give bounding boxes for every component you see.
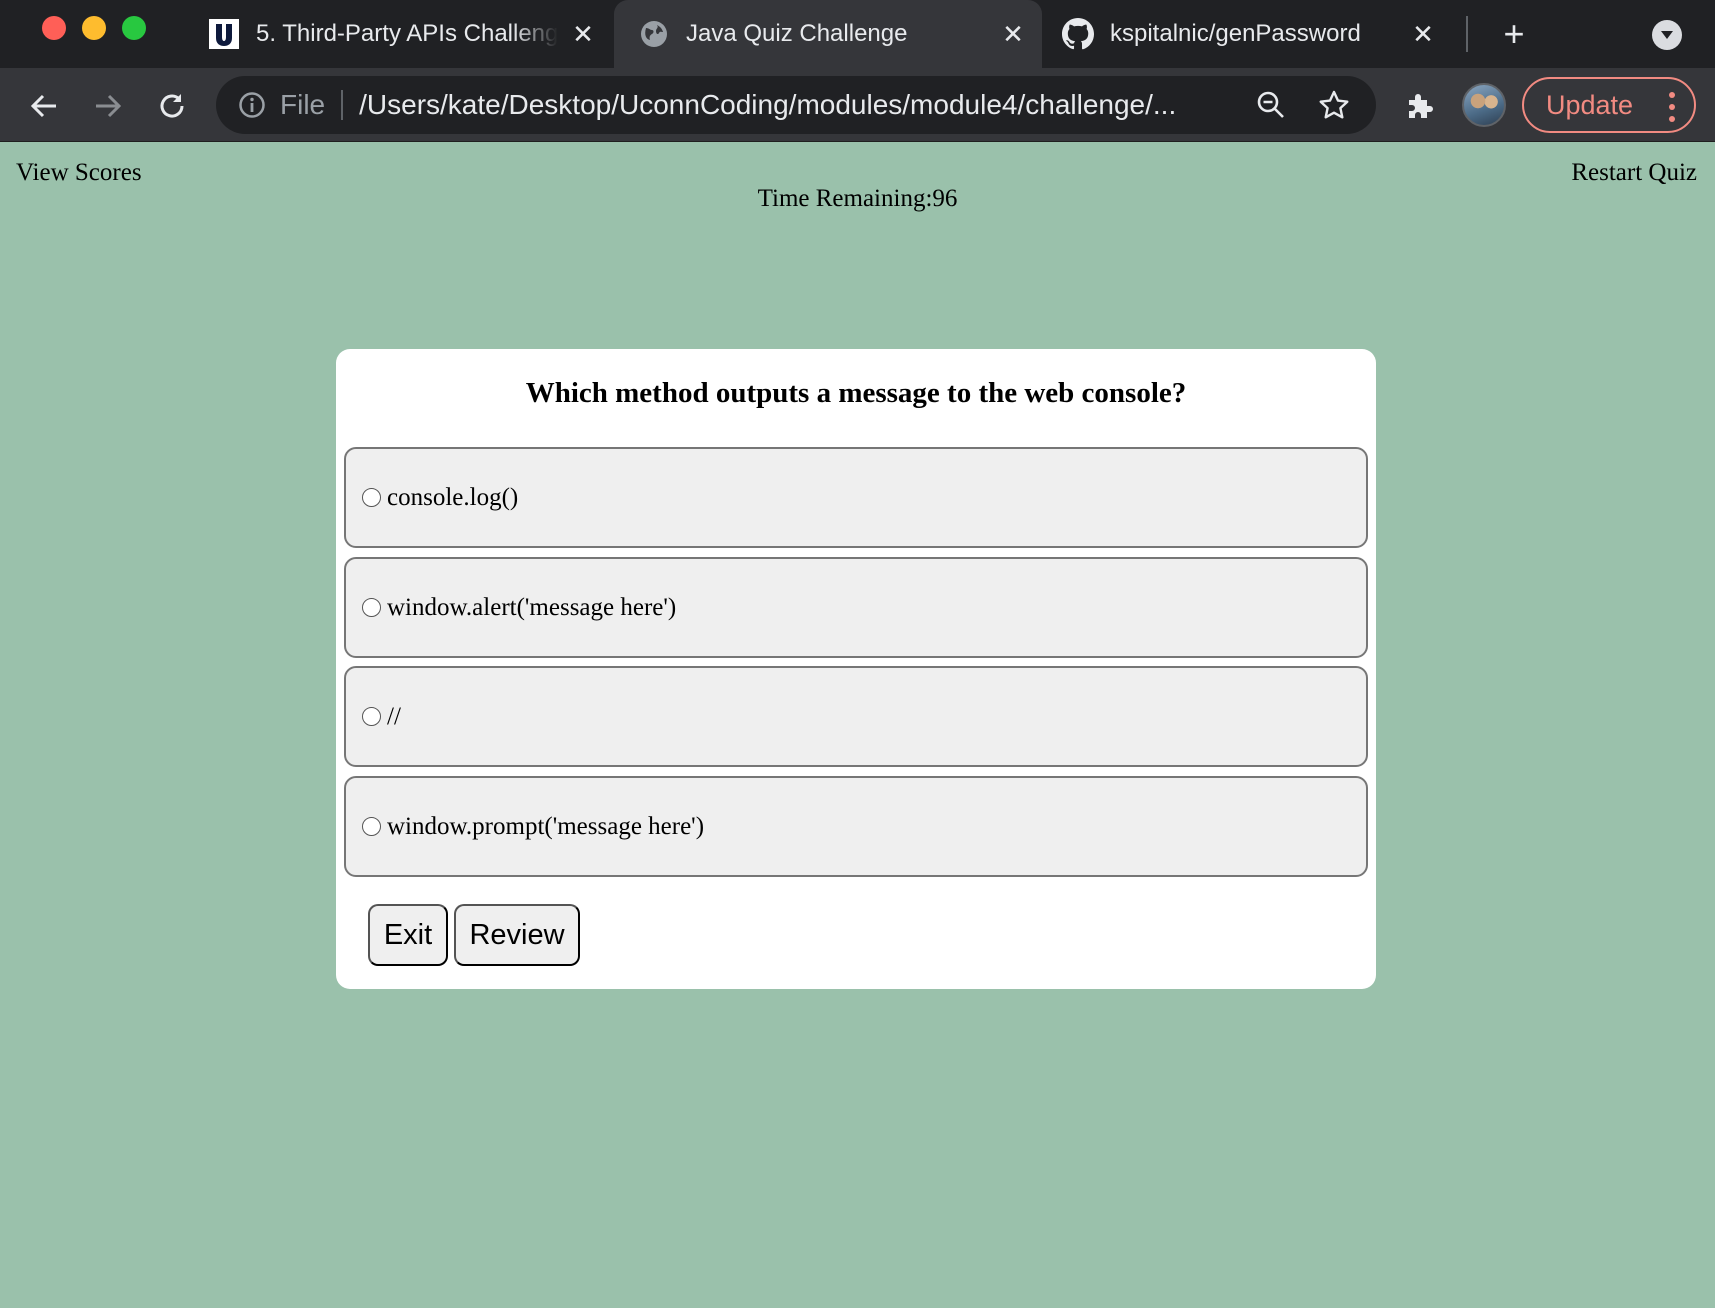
answer-label: window.alert('message here') (387, 593, 677, 621)
minimize-window-button[interactable] (82, 16, 106, 40)
profile-avatar[interactable] (1462, 83, 1506, 127)
address-divider (341, 90, 344, 120)
close-tab-icon[interactable]: ✕ (998, 19, 1028, 49)
tab-search-chevron-icon[interactable] (1652, 20, 1682, 50)
close-tab-icon[interactable]: ✕ (568, 19, 598, 49)
answer-option[interactable]: // (344, 666, 1368, 767)
question-text: Which method outputs a message to the we… (525, 377, 1187, 409)
answer-label: console.log() (387, 483, 519, 511)
answer-label: // (387, 702, 401, 730)
page-content: View Scores Restart Quiz Time Remaining:… (0, 143, 1715, 1308)
uconn-u-icon (208, 18, 240, 50)
address-scheme-label: File (280, 89, 326, 120)
time-remaining: Time Remaining:96 (0, 185, 1715, 213)
tab-title: Java Quiz Challenge (686, 20, 908, 47)
browser-tab-java-quiz[interactable]: Java Quiz Challenge ✕ (614, 0, 1042, 68)
update-label: Update (1546, 89, 1634, 120)
back-arrow-icon[interactable] (24, 86, 64, 126)
tab-title: kspitalnic/genPassword (1110, 20, 1361, 47)
radio-button[interactable] (362, 817, 381, 836)
timer-value: 96 (932, 185, 958, 212)
info-icon[interactable] (238, 91, 266, 119)
address-bar[interactable]: File /Users/kate/Desktop/UconnCoding/mod… (216, 76, 1376, 134)
globe-icon (638, 18, 670, 50)
browser-tab-third-party-apis[interactable]: 5. Third-Party APIs Challenge ✕ (208, 0, 598, 68)
browser-toolbar: File /Users/kate/Desktop/UconnCoding/mod… (0, 68, 1715, 142)
extensions-puzzle-icon[interactable] (1400, 86, 1440, 126)
maximize-window-button[interactable] (122, 16, 146, 40)
kebab-menu-icon[interactable] (1668, 92, 1676, 122)
answer-option[interactable]: window.prompt('message here') (344, 776, 1368, 877)
answer-label: window.prompt('message here') (387, 812, 705, 840)
browser-tab-strip: 5. Third-Party APIs Challenge ✕ Java Qui… (0, 0, 1715, 68)
answer-option[interactable]: window.alert('message here') (344, 557, 1368, 658)
bookmark-star-icon[interactable] (1317, 88, 1351, 122)
update-button[interactable]: Update (1522, 77, 1696, 133)
answer-option[interactable]: console.log() (344, 447, 1368, 548)
exit-button[interactable]: Exit (368, 904, 448, 966)
url-text[interactable]: /Users/kate/Desktop/UconnCoding/modules/… (359, 89, 1229, 121)
radio-button[interactable] (362, 598, 381, 617)
browser-tab-genpassword[interactable]: kspitalnic/genPassword ✕ (1062, 0, 1438, 68)
close-window-button[interactable] (42, 16, 66, 40)
timer-label: Time Remaining: (757, 185, 933, 212)
tab-title: 5. Third-Party APIs Challenge (256, 20, 558, 47)
zoom-out-icon[interactable] (1254, 88, 1288, 122)
github-icon (1062, 18, 1094, 50)
new-tab-plus-icon[interactable]: + (1494, 14, 1534, 54)
radio-button[interactable] (362, 707, 381, 726)
restart-quiz-link[interactable]: Restart Quiz (1571, 159, 1697, 187)
tab-divider (1466, 16, 1468, 52)
radio-button[interactable] (362, 488, 381, 507)
view-scores-link[interactable]: View Scores (16, 159, 142, 187)
review-button[interactable]: Review (454, 904, 580, 966)
close-tab-icon[interactable]: ✕ (1408, 19, 1438, 49)
quiz-card: Which method outputs a message to the we… (336, 349, 1376, 989)
reload-icon[interactable] (152, 86, 192, 126)
forward-arrow-icon[interactable] (88, 86, 128, 126)
